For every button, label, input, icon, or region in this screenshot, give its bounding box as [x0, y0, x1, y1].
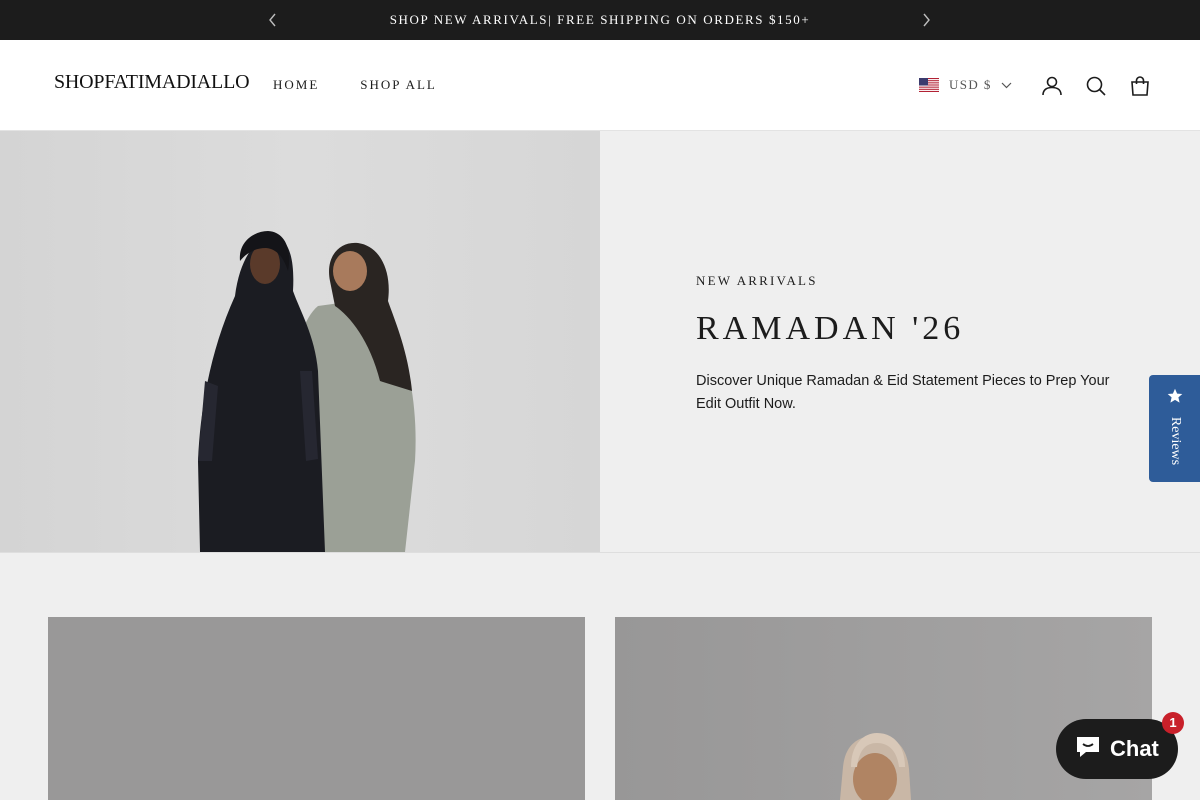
chat-icon [1074, 734, 1102, 765]
reviews-tab[interactable]: Reviews [1149, 375, 1200, 482]
us-flag-icon [919, 78, 939, 92]
star-icon [1167, 388, 1183, 409]
hero-description: Discover Unique Ramadan & Eid Statement … [696, 373, 1110, 412]
currency-selector[interactable]: USD $ [919, 76, 1012, 94]
hero-eyebrow: NEW ARRIVALS [696, 273, 818, 288]
account-icon[interactable] [1040, 74, 1064, 98]
chat-notification-badge: 1 [1162, 712, 1184, 734]
hero-section: NEW ARRIVALS RAMADAN '26 Discover Unique… [0, 131, 1200, 553]
chevron-right-icon[interactable] [916, 10, 936, 30]
hero-image[interactable] [0, 131, 600, 552]
currency-label: USD $ [949, 77, 992, 92]
main-nav: HOME SHOP ALL [273, 77, 437, 93]
nav-shop-all[interactable]: SHOP ALL [360, 77, 437, 93]
search-icon[interactable] [1084, 74, 1108, 98]
reviews-label: Reviews [1168, 416, 1183, 466]
nav-home[interactable]: HOME [273, 77, 319, 93]
logo[interactable]: SHOPFATIMADIALLO [54, 71, 250, 94]
announcement-bar: SHOP NEW ARRIVALS| FREE SHIPPING ON ORDE… [0, 0, 1200, 40]
chat-button[interactable]: Chat [1056, 719, 1178, 779]
site-header: SHOPFATIMADIALLO HOME SHOP ALL USD $ [0, 40, 1200, 131]
announcement-text[interactable]: SHOP NEW ARRIVALS| FREE SHIPPING ON ORDE… [0, 0, 1200, 40]
cart-icon[interactable] [1128, 74, 1152, 98]
chevron-down-icon [1001, 76, 1012, 94]
chat-label: Chat [1110, 736, 1159, 761]
hero-title: RAMADAN '26 [696, 310, 965, 347]
hero-content: NEW ARRIVALS RAMADAN '26 Discover Unique… [600, 131, 1200, 552]
collection-card[interactable] [48, 617, 585, 800]
